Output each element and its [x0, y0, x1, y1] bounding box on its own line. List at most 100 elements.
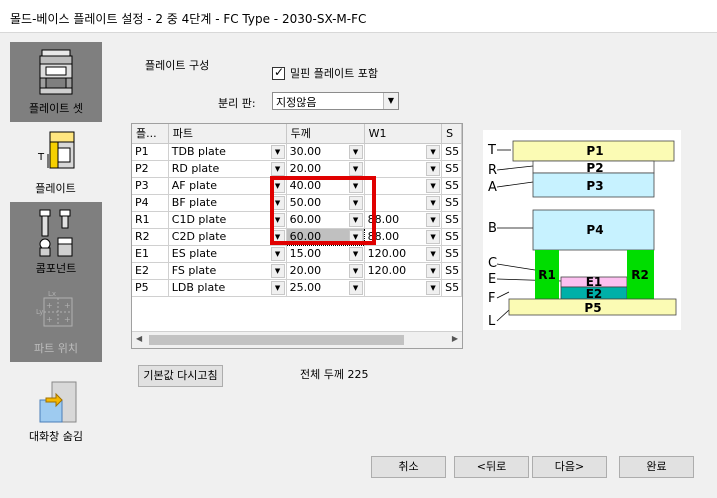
col-header-s[interactable]: S: [441, 124, 462, 144]
cell-part-select[interactable]: LDB plate ▼: [168, 279, 287, 297]
cell-thickness-select[interactable]: 60.00 ▼: [285, 227, 365, 246]
chevron-down-icon[interactable]: ▼: [348, 263, 363, 278]
chevron-down-icon[interactable]: ▼: [426, 229, 441, 244]
table-row[interactable]: P5 LDB plate ▼ 25.00 ▼ ▼ S5: [132, 279, 462, 297]
cell-thickness-select[interactable]: 15.00 ▼: [286, 245, 365, 263]
chevron-down-icon[interactable]: ▼: [426, 263, 441, 278]
cell-plate-id: E1: [132, 245, 169, 263]
cell-thickness-select[interactable]: 30.00 ▼: [286, 143, 365, 161]
cell-w1-select[interactable]: ▼: [364, 160, 443, 178]
sidebar-item-plate-set[interactable]: 플레이트 셋: [10, 42, 102, 122]
separation-select[interactable]: 지정않음 ▼: [272, 92, 399, 110]
table-row[interactable]: E1 ES plate ▼ 15.00 ▼ 120.00 ▼ S5: [132, 245, 462, 263]
table-row[interactable]: P3 AF plate ▼ 40.00 ▼ ▼ S5: [132, 177, 462, 195]
cell-part-select[interactable]: AF plate ▼: [168, 177, 287, 195]
table-row[interactable]: R2 C2D plate ▼ 60.00 ▼ 88.00 ▼ S5: [132, 227, 462, 246]
cell-w1-select[interactable]: 88.00 ▼: [364, 228, 443, 246]
cell-plate-id: R1: [132, 211, 169, 229]
plate-grid: 플... 파트 두께 W1 S P1 TDB plate ▼ 30.00 ▼ ▼ S5 P2 R…: [131, 123, 463, 349]
cell-part-select[interactable]: TDB plate ▼: [168, 143, 287, 161]
cell-s[interactable]: S5: [441, 160, 462, 178]
sidebar-item-component[interactable]: 콤포넌트: [10, 202, 102, 282]
cancel-button[interactable]: 취소: [371, 456, 446, 478]
chevron-down-icon[interactable]: ▼: [348, 280, 363, 295]
chevron-down-icon[interactable]: ▼: [270, 280, 285, 295]
cell-w1-select[interactable]: 120.00 ▼: [364, 262, 443, 280]
chevron-down-icon[interactable]: ▼: [348, 178, 363, 193]
cell-w1-select[interactable]: ▼: [364, 143, 443, 161]
table-row[interactable]: E2 FS plate ▼ 20.00 ▼ 120.00 ▼ S5: [132, 262, 462, 280]
chevron-down-icon[interactable]: ▼: [348, 229, 363, 244]
col-header-plate[interactable]: 플...: [132, 124, 169, 144]
cell-part-select[interactable]: ES plate ▼: [168, 245, 287, 263]
chevron-down-icon[interactable]: ▼: [426, 246, 441, 261]
chevron-down-icon[interactable]: ▼: [348, 212, 363, 227]
chevron-down-icon[interactable]: ▼: [270, 195, 285, 210]
cell-thickness-select[interactable]: 50.00 ▼: [286, 194, 365, 212]
cell-part-select[interactable]: C2D plate ▼: [168, 228, 287, 246]
cell-thickness-select[interactable]: 60.00 ▼: [286, 211, 365, 229]
cell-w1-select[interactable]: 88.00 ▼: [364, 211, 443, 229]
horizontal-scrollbar[interactable]: ◀ ▶: [132, 331, 462, 348]
chevron-down-icon[interactable]: ▼: [383, 93, 398, 109]
chevron-down-icon[interactable]: ▼: [348, 195, 363, 210]
table-row[interactable]: P4 BF plate ▼ 50.00 ▼ ▼ S5: [132, 194, 462, 212]
chevron-down-icon[interactable]: ▼: [270, 263, 285, 278]
cell-w1-select[interactable]: 120.00 ▼: [364, 245, 443, 263]
cell-s[interactable]: S5: [441, 262, 462, 280]
table-row[interactable]: R1 C1D plate ▼ 60.00 ▼ 88.00 ▼ S5: [132, 211, 462, 229]
checkbox-box[interactable]: [272, 65, 285, 80]
reset-defaults-button[interactable]: 기본값 다시고침: [138, 365, 223, 387]
sidebar-item-plate[interactable]: T 플레이트: [10, 122, 102, 202]
chevron-down-icon[interactable]: ▼: [270, 161, 285, 176]
scrollbar-thumb[interactable]: [149, 335, 404, 345]
cell-thickness-select[interactable]: 40.00 ▼: [286, 177, 365, 195]
chevron-down-icon[interactable]: ▼: [426, 212, 441, 227]
cell-thickness-select[interactable]: 20.00 ▼: [286, 262, 365, 280]
chevron-down-icon[interactable]: ▼: [426, 161, 441, 176]
scroll-left-icon[interactable]: ◀: [136, 334, 142, 343]
back-button[interactable]: <뒤로: [454, 456, 529, 478]
cell-w1-select[interactable]: ▼: [364, 194, 443, 212]
cell-s[interactable]: S5: [441, 143, 462, 161]
chevron-down-icon[interactable]: ▼: [426, 178, 441, 193]
cell-part-select[interactable]: RD plate ▼: [168, 160, 287, 178]
chevron-down-icon[interactable]: ▼: [270, 144, 285, 159]
next-button[interactable]: 다음>: [532, 456, 607, 478]
chevron-down-icon[interactable]: ▼: [348, 144, 363, 159]
cell-s[interactable]: S5: [441, 228, 462, 246]
cell-text: 20.00: [289, 162, 322, 175]
cell-w1-select[interactable]: ▼: [364, 177, 443, 195]
cell-part-select[interactable]: C1D plate ▼: [168, 211, 287, 229]
cell-s[interactable]: S5: [441, 177, 462, 195]
chevron-down-icon[interactable]: ▼: [348, 246, 363, 261]
cell-thickness-select[interactable]: 25.00 ▼: [286, 279, 365, 297]
cell-w1-select[interactable]: ▼: [364, 279, 443, 297]
hide-dialog-button[interactable]: 대화창 숨김: [10, 378, 102, 448]
cell-thickness-select[interactable]: 20.00 ▼: [286, 160, 365, 178]
cell-s[interactable]: S5: [441, 211, 462, 229]
cell-s[interactable]: S5: [441, 245, 462, 263]
cell-part-select[interactable]: FS plate ▼: [168, 262, 287, 280]
col-header-thickness[interactable]: 두께: [286, 124, 365, 144]
chevron-down-icon[interactable]: ▼: [270, 178, 285, 193]
cell-text: P3: [135, 179, 149, 192]
cell-s[interactable]: S5: [441, 279, 462, 297]
chevron-down-icon[interactable]: ▼: [270, 229, 285, 244]
chevron-down-icon[interactable]: ▼: [426, 280, 441, 295]
chevron-down-icon[interactable]: ▼: [270, 246, 285, 261]
chevron-down-icon[interactable]: ▼: [348, 161, 363, 176]
table-row[interactable]: P2 RD plate ▼ 20.00 ▼ ▼ S5: [132, 160, 462, 178]
cell-part-select[interactable]: BF plate ▼: [168, 194, 287, 212]
col-header-part[interactable]: 파트: [168, 124, 287, 144]
table-row[interactable]: P1 TDB plate ▼ 30.00 ▼ ▼ S5: [132, 143, 462, 161]
chevron-down-icon[interactable]: ▼: [426, 195, 441, 210]
finish-button[interactable]: 완료: [619, 456, 694, 478]
scroll-right-icon[interactable]: ▶: [452, 334, 458, 343]
chevron-down-icon[interactable]: ▼: [270, 212, 285, 227]
chevron-down-icon[interactable]: ▼: [426, 144, 441, 159]
include-pin-plate-checkbox[interactable]: 밀핀 플레이트 포함: [272, 65, 378, 81]
cell-s[interactable]: S5: [441, 194, 462, 212]
sidebar-item-part-position[interactable]: Lx Ly + + + + 파트 위치: [10, 282, 102, 362]
col-header-w1[interactable]: W1: [364, 124, 443, 144]
